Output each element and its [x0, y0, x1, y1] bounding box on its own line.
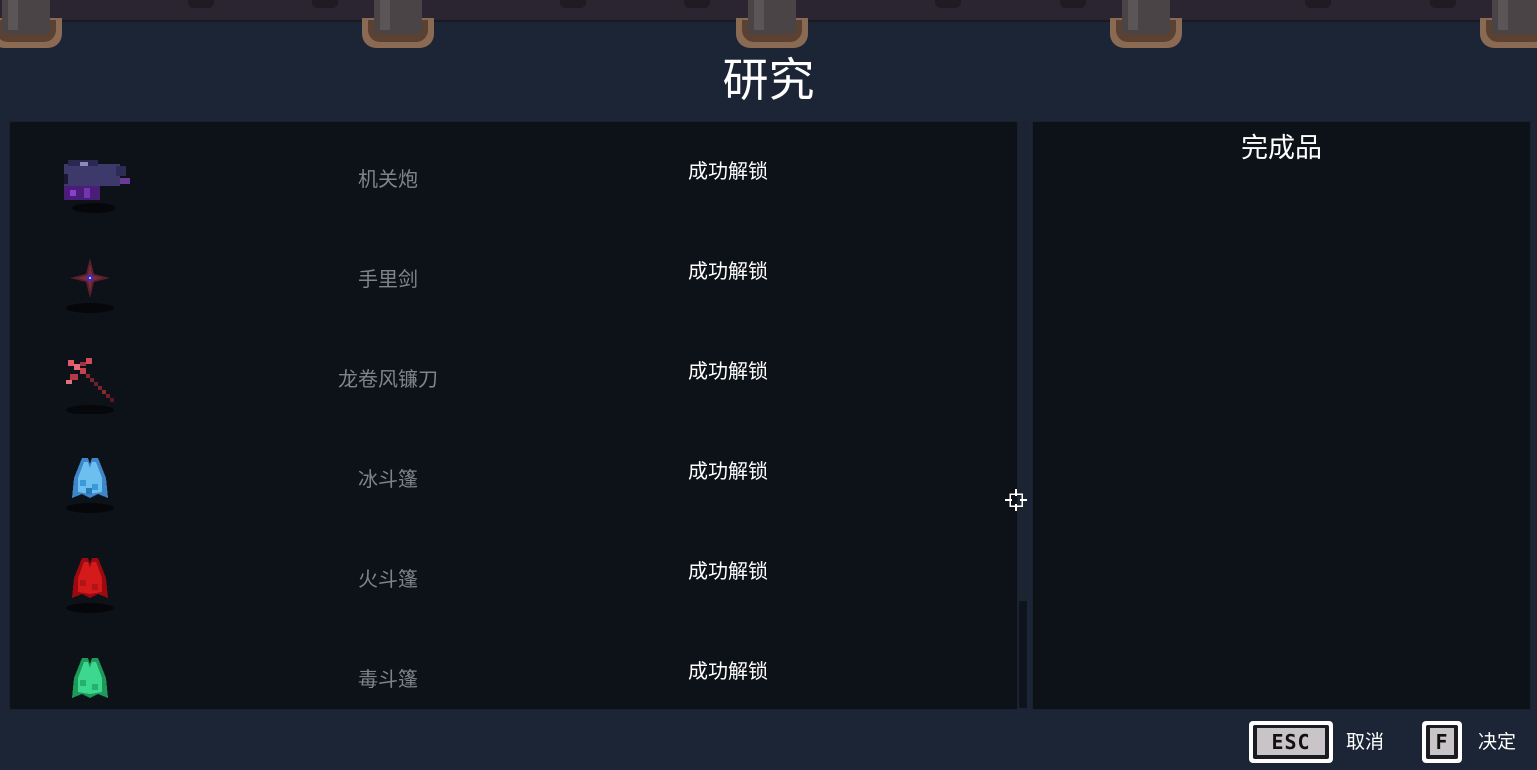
item-name: 冰斗篷: [358, 467, 418, 491]
cancel-label: 取消: [1346, 731, 1385, 753]
frame-rivet: [684, 0, 710, 8]
esc-key[interactable]: ESC: [1249, 721, 1333, 763]
frame-pillar: [1110, 0, 1182, 48]
frame-rivet: [188, 0, 214, 8]
item-name: 机关炮: [358, 167, 418, 191]
confirm-control[interactable]: F 决定: [1422, 721, 1532, 763]
research-item-poison-cloak[interactable]: 毒斗篷 成功解锁: [10, 622, 1017, 709]
poison-cloak-icon: [60, 650, 140, 709]
crosshair-cursor-icon: [1004, 488, 1028, 512]
frame-rivet: [1060, 0, 1086, 8]
frame-pillar: [0, 0, 62, 48]
frame-rivet: [312, 0, 338, 8]
frame-rivet: [935, 0, 961, 8]
fire-cloak-icon: [60, 550, 140, 614]
page-title: 研究: [722, 53, 815, 107]
frame-rivet: [560, 0, 586, 8]
research-item-fire-cloak[interactable]: 火斗篷 成功解锁: [10, 522, 1017, 622]
result-panel-title: 完成品: [1241, 133, 1322, 164]
ice-cloak-icon: [60, 450, 140, 514]
research-item-tornado-scythe[interactable]: 龙卷风镰刀 成功解锁: [10, 322, 1017, 422]
top-frame-decoration: [0, 0, 1537, 48]
item-name: 龙卷风镰刀: [338, 367, 438, 391]
tornado-scythe-icon: [60, 350, 140, 415]
item-name: 毒斗篷: [358, 667, 418, 691]
frame-rivet: [1305, 0, 1331, 8]
shuriken-icon: [60, 250, 140, 314]
research-item-shuriken[interactable]: 手里剑 成功解锁: [10, 222, 1017, 322]
f-key[interactable]: F: [1422, 721, 1462, 763]
unlock-status: 成功解锁: [688, 159, 768, 183]
frame-pillar: [362, 0, 434, 48]
research-list[interactable]: 机关炮 成功解锁 手里剑 成功解锁 龙卷风镰刀 成功解锁 冰斗篷 成功解锁 火斗…: [9, 121, 1018, 710]
unlock-status: 成功解锁: [688, 459, 768, 483]
research-item-ice-cloak[interactable]: 冰斗篷 成功解锁: [10, 422, 1017, 522]
item-name: 火斗篷: [358, 567, 418, 591]
esc-key-label: ESC: [1257, 728, 1325, 755]
unlock-status: 成功解锁: [688, 659, 768, 683]
list-scrollbar-thumb[interactable]: [1019, 121, 1027, 601]
f-key-label: F: [1430, 728, 1454, 755]
frame-pillar: [1480, 0, 1537, 48]
unlock-status: 成功解锁: [688, 359, 768, 383]
unlock-status: 成功解锁: [688, 259, 768, 283]
unlock-status: 成功解锁: [688, 559, 768, 583]
result-panel: 完成品: [1032, 121, 1531, 710]
item-name: 手里剑: [358, 267, 418, 291]
gatling-gun-icon: [60, 150, 140, 214]
frame-pillar: [736, 0, 808, 48]
confirm-label: 决定: [1478, 731, 1517, 753]
frame-rivet: [1430, 0, 1456, 8]
cancel-control[interactable]: ESC 取消: [1249, 721, 1399, 763]
research-item-gatling-gun[interactable]: 机关炮 成功解锁: [10, 122, 1017, 222]
